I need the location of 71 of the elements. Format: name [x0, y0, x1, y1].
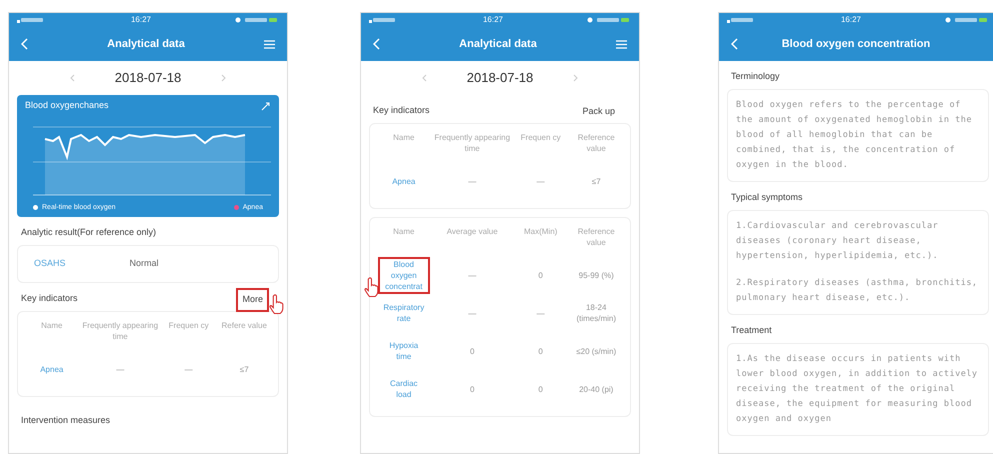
toggle-link[interactable]: Pack up	[576, 100, 621, 124]
column-header: Frequently appearing time	[82, 320, 159, 342]
table-cell-text: —	[536, 176, 546, 186]
table-cell-text: —	[536, 308, 546, 318]
paragraph: Blood oxygen refers to the percentage of the amount of oxygenated hemoglobin in the blood of all hemoglobin that can be combined, that is, the concentration of oxygen in the blood.	[736, 99, 973, 172]
section-heading: Terminology	[731, 70, 780, 84]
column-header: Average value	[446, 226, 499, 238]
table-cell-text: 0	[468, 346, 476, 356]
back-icon[interactable]	[21, 38, 28, 50]
column-header: Name	[40, 320, 64, 332]
column-header: Frequen cy	[520, 132, 562, 144]
status-time: 16:27	[840, 14, 862, 26]
back-icon[interactable]	[373, 38, 380, 50]
table-cell-text: 0	[537, 270, 544, 280]
battery-icon	[587, 17, 631, 23]
table-cell-text: —	[115, 364, 126, 374]
column-header: Name	[392, 132, 416, 144]
back-icon[interactable]	[731, 38, 738, 50]
table-cell-text: 18-24 (times/min)	[575, 302, 617, 324]
date-label: 2018-07-18	[114, 69, 182, 88]
section-heading: Key indicators	[373, 104, 430, 118]
table-cell-text: 0	[537, 384, 544, 394]
table-cell-text: 20-40 (pi)	[578, 384, 614, 394]
indicator-link[interactable]: Apnea	[36, 362, 68, 376]
table-cell-text: —	[467, 308, 478, 318]
indicator-link[interactable]: Blood oxygen concentrat	[378, 256, 430, 294]
chart-title: Blood oxygenchanes	[25, 99, 109, 112]
column-header: Name	[392, 226, 416, 238]
paragraph: 1.As the disease occurs in patients with lower blood oxygen, in addition to actively receiving the treatment of the original disease, the equipment for measuring blood oxygen and oxygen	[736, 353, 979, 426]
column-header: Frequen cy	[168, 320, 210, 332]
battery-icon	[945, 17, 989, 23]
date-label: 2018-07-18	[466, 69, 534, 88]
section-heading: Key indicators	[21, 292, 78, 306]
table-cell-text: 0	[537, 346, 544, 356]
table-cell-text: —	[467, 176, 478, 186]
pointing-hand-icon	[364, 276, 380, 297]
menu-icon[interactable]	[616, 40, 627, 48]
pointing-hand-icon	[269, 294, 285, 314]
result-name: OSAHS	[34, 257, 66, 270]
indicator-link[interactable]: Apnea	[388, 174, 420, 188]
screen-title: Blood oxygen concentration	[780, 36, 932, 52]
screen-title: Analytical data	[106, 36, 186, 52]
table-cell-text: —	[467, 270, 478, 280]
column-header: Refere value	[220, 320, 268, 332]
section-heading: Typical symptoms	[731, 191, 803, 204]
table-cell-text: ≤7	[238, 364, 250, 374]
battery-icon	[235, 17, 279, 23]
status-time: 16:27	[482, 14, 504, 26]
toggle-link[interactable]: More	[236, 288, 269, 312]
section-heading: Intervention measures	[21, 414, 110, 428]
result-value: Normal	[130, 257, 159, 270]
section-heading: Analytic result(For reference only)	[21, 226, 156, 240]
table-cell-text: 95-99 (%)	[578, 270, 615, 280]
menu-icon[interactable]	[264, 40, 275, 48]
column-header: Frequently appearing time	[434, 132, 511, 154]
paragraph: 2.Respiratory diseases (asthma, bronchitis, pulmonary heart disease, etc.).	[736, 277, 979, 305]
column-header: Reference value	[576, 226, 616, 248]
indicator-link[interactable]: Cardiac load	[378, 376, 430, 402]
share-icon	[261, 100, 271, 111]
paragraph: 1.Cardiovascular and cerebrovascular diseases (coronary heart disease, hypertension, hyperlipidemia, etc.).	[736, 220, 940, 263]
section-heading: Treatment	[731, 324, 772, 338]
table-cell-text: ≤7	[590, 176, 602, 186]
column-header: Reference value	[576, 132, 616, 154]
screen-title: Analytical data	[458, 36, 538, 52]
table-cell-text: ≤20 (s/min)	[575, 346, 618, 356]
indicator-link[interactable]: Respiratory rate	[378, 300, 430, 326]
indicator-link[interactable]: Hypoxia time	[378, 338, 430, 364]
table-cell-text: —	[184, 364, 194, 374]
table-cell-text: 0	[468, 384, 476, 394]
column-header: Max(Min)	[522, 226, 558, 238]
status-time: 16:27	[130, 14, 152, 26]
